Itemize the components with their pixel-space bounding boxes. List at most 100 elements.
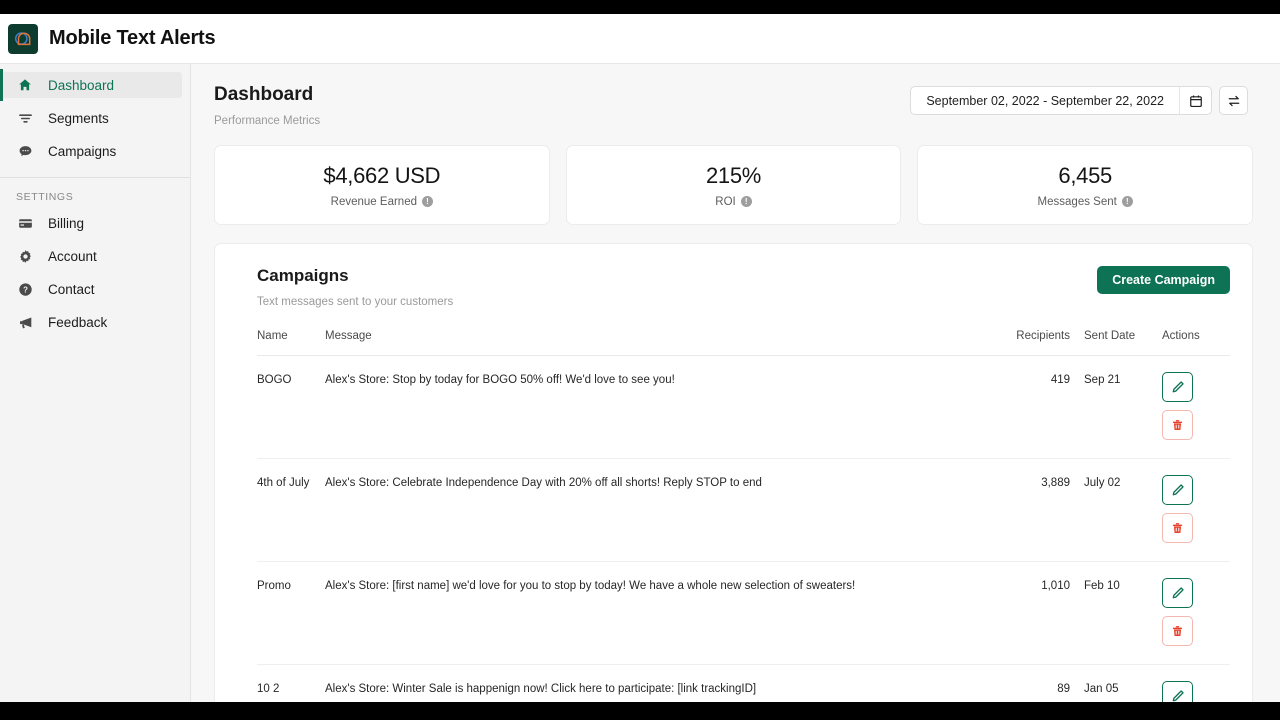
cell-name: 10 2 <box>257 664 325 702</box>
metric-label-row: Revenue Earned ! <box>331 196 433 208</box>
question-circle-icon: ? <box>16 282 34 297</box>
sidebar-item-feedback[interactable]: Feedback <box>0 309 182 335</box>
metric-value: 6,455 <box>1058 162 1112 188</box>
edit-campaign-button[interactable] <box>1162 372 1193 402</box>
campaigns-panel: Campaigns Text messages sent to your cus… <box>214 243 1253 702</box>
sidebar-section-title: SETTINGS <box>16 191 74 203</box>
browser-chrome-bottom <box>0 702 1280 720</box>
calendar-icon[interactable] <box>1179 87 1211 114</box>
metric-value: 215% <box>705 162 762 188</box>
metric-label-row: Messages Sent ! <box>1038 196 1133 208</box>
metric-value: $4,662 USD <box>323 162 441 188</box>
create-campaign-button[interactable]: Create Campaign <box>1097 266 1230 294</box>
sidebar-item-label: Feedback <box>48 314 108 330</box>
cell-sent-date: Jan 05 <box>1070 664 1142 702</box>
cell-message: Alex's Store: [first name] we'd love for… <box>325 561 984 665</box>
column-header-actions: Actions <box>1142 330 1230 356</box>
chat-bubble-icon <box>16 144 34 159</box>
sidebar-item-label: Contact <box>48 281 95 297</box>
metrics-row: $4,662 USD Revenue Earned ! 215% ROI ! 6… <box>191 127 1280 225</box>
table-body: BOGO Alex's Store: Stop by today for BOG… <box>257 355 1230 702</box>
swap-arrows-icon[interactable] <box>1219 86 1248 115</box>
metric-label: Revenue Earned <box>330 195 417 208</box>
sidebar-item-contact[interactable]: ? Contact <box>0 276 182 302</box>
main-content: Dashboard Performance Metrics September … <box>191 64 1280 702</box>
home-icon <box>16 78 34 92</box>
row-action-group <box>1162 578 1230 664</box>
sidebar-item-dashboard[interactable]: Dashboard <box>0 69 182 101</box>
cell-sent-date: Sep 21 <box>1070 355 1142 459</box>
column-header-sent-date[interactable]: Sent Date <box>1070 330 1142 356</box>
cell-sent-date: Feb 10 <box>1070 561 1142 665</box>
date-range-controls: September 02, 2022 - September 22, 2022 <box>910 86 1248 115</box>
sidebar-item-billing[interactable]: Billing <box>0 210 182 236</box>
megaphone-icon <box>16 315 34 330</box>
sidebar-item-segments[interactable]: Segments <box>0 105 182 131</box>
cell-message: Alex's Store: Winter Sale is happenign n… <box>325 664 984 702</box>
metric-label-row: ROI ! <box>715 196 752 208</box>
screen: Mobile Text Alerts Dashboard Segments Ca… <box>0 0 1280 720</box>
page-subtitle: Performance Metrics <box>214 115 321 127</box>
cell-recipients: 3,889 <box>984 458 1070 562</box>
mta-logo-icon[interactable] <box>8 23 38 54</box>
cell-name: Promo <box>257 561 325 665</box>
edit-campaign-button[interactable] <box>1162 578 1193 608</box>
cell-actions <box>1142 664 1230 702</box>
cell-actions <box>1142 355 1230 459</box>
app-header: Mobile Text Alerts <box>0 14 1280 64</box>
browser-chrome-top <box>0 0 1280 14</box>
sidebar-item-label: Account <box>48 248 97 264</box>
cell-recipients: 1,010 <box>984 561 1070 665</box>
date-range-picker[interactable]: September 02, 2022 - September 22, 2022 <box>910 86 1212 115</box>
campaigns-subtitle: Text messages sent to your customers <box>257 296 454 308</box>
column-header-name[interactable]: Name <box>257 330 325 356</box>
metric-card-revenue: $4,662 USD Revenue Earned ! <box>214 145 550 225</box>
sidebar-item-label: Billing <box>48 215 85 231</box>
cell-message: Alex's Store: Stop by today for BOGO 50%… <box>325 355 984 459</box>
metric-card-messages-sent: 6,455 Messages Sent ! <box>917 145 1254 225</box>
credit-card-icon <box>16 216 34 231</box>
row-action-group <box>1162 475 1230 561</box>
campaigns-panel-header: Campaigns Text messages sent to your cus… <box>215 244 1252 308</box>
info-icon[interactable]: ! <box>740 196 752 207</box>
campaigns-table: Name Message Recipients Sent Date Action… <box>257 330 1230 702</box>
cell-actions <box>1142 561 1230 665</box>
metric-card-roi: 215% ROI ! <box>565 145 902 225</box>
filter-icon <box>16 111 34 126</box>
sidebar: Dashboard Segments Campaigns SETTINGS Bi… <box>0 64 191 702</box>
cell-sent-date: July 02 <box>1070 458 1142 562</box>
sidebar-item-label: Campaigns <box>48 143 117 159</box>
svg-text:?: ? <box>23 285 28 294</box>
info-icon[interactable]: ! <box>1121 196 1133 207</box>
column-header-message[interactable]: Message <box>325 330 984 356</box>
table-row[interactable]: Promo Alex's Store: [first name] we'd lo… <box>257 561 1230 665</box>
column-header-recipients[interactable]: Recipients <box>984 330 1070 356</box>
row-action-group <box>1162 681 1230 702</box>
cell-name: 4th of July <box>257 458 325 562</box>
campaigns-title: Campaigns <box>257 266 349 285</box>
table-row[interactable]: 4th of July Alex's Store: Celebrate Inde… <box>257 458 1230 562</box>
sidebar-item-campaigns[interactable]: Campaigns <box>0 138 182 164</box>
cell-recipients: 89 <box>984 664 1070 702</box>
page-heading-group: Dashboard Performance Metrics <box>214 84 320 127</box>
date-range-value[interactable]: September 02, 2022 - September 22, 2022 <box>911 87 1179 114</box>
edit-campaign-button[interactable] <box>1162 475 1193 505</box>
info-icon[interactable]: ! <box>421 196 433 207</box>
table-row[interactable]: BOGO Alex's Store: Stop by today for BOG… <box>257 355 1230 459</box>
delete-campaign-button[interactable] <box>1162 616 1193 646</box>
campaigns-heading-group: Campaigns Text messages sent to your cus… <box>257 266 453 308</box>
sidebar-item-account[interactable]: Account <box>0 243 182 269</box>
sidebar-item-label: Segments <box>48 110 109 126</box>
table-row[interactable]: 10 2 Alex's Store: Winter Sale is happen… <box>257 664 1230 702</box>
table-header-row: Name Message Recipients Sent Date Action… <box>257 330 1230 356</box>
cell-recipients: 419 <box>984 355 1070 459</box>
delete-campaign-button[interactable] <box>1162 410 1193 440</box>
delete-campaign-button[interactable] <box>1162 513 1193 543</box>
page-title: Dashboard <box>214 84 314 105</box>
cell-message: Alex's Store: Celebrate Independence Day… <box>325 458 984 562</box>
edit-campaign-button[interactable] <box>1162 681 1193 702</box>
